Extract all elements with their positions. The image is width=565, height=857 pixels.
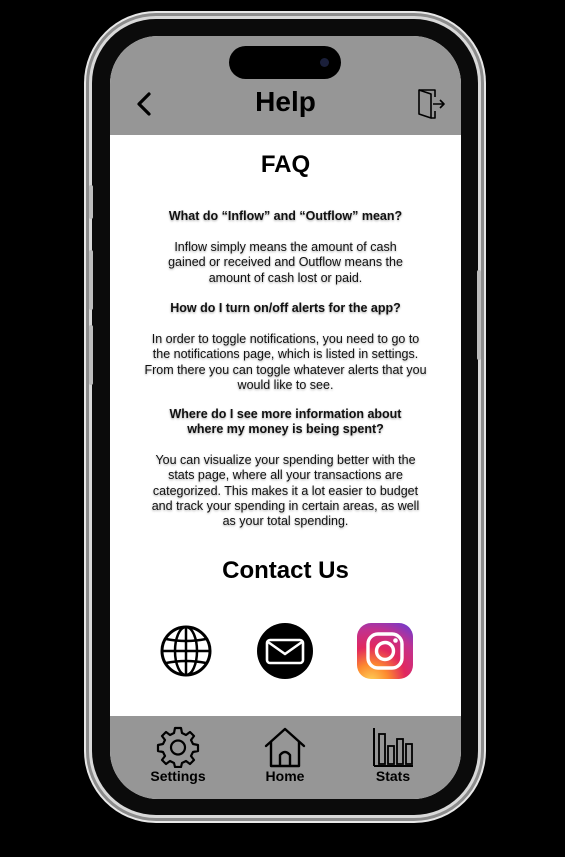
nav-label: Settings: [150, 768, 206, 784]
instagram-icon: [357, 623, 413, 679]
bar-chart-icon: [373, 728, 413, 767]
bottom-nav: Settings Home Stats: [110, 716, 461, 799]
volume-up-button: [89, 250, 93, 310]
page-title: Help: [255, 86, 316, 117]
logout-button[interactable]: [415, 87, 447, 121]
faq-answer: You can visualize your spending better w…: [151, 453, 420, 529]
top-bar: Help: [110, 36, 461, 135]
volume-down-button: [89, 325, 93, 385]
door-exit-icon: [418, 89, 445, 119]
power-button: [477, 270, 481, 360]
mail-icon: [257, 623, 313, 679]
website-link[interactable]: [157, 622, 215, 680]
nav-stats[interactable]: Stats: [348, 726, 438, 784]
faq-question: What do “Inflow” and “Outflow” mean?: [168, 209, 403, 223]
nav-home[interactable]: Home: [240, 726, 330, 784]
instagram-link[interactable]: [356, 622, 414, 680]
dynamic-island: [229, 46, 341, 79]
action-button: [89, 185, 93, 219]
camera-lens: [320, 58, 329, 67]
home-icon: [264, 727, 306, 768]
nav-settings[interactable]: Settings: [133, 726, 223, 784]
faq-question: How do I turn on/off alerts for the app?: [170, 301, 401, 315]
email-link[interactable]: [256, 622, 314, 680]
faq-answer: In order to toggle notifications, you ne…: [144, 332, 427, 392]
globe-icon: [160, 625, 212, 677]
phone-screen: Help FAQ What do “Inflow” and “Outflow” …: [110, 36, 461, 799]
faq-question: Where do I see more information about wh…: [169, 407, 402, 437]
help-content: FAQ What do “Inflow” and “Outflow” mean?…: [110, 135, 461, 716]
faq-answer: Inflow simply means the amount of cash g…: [168, 240, 403, 285]
gear-icon: [156, 726, 200, 768]
nav-label: Stats: [375, 768, 411, 784]
faq-heading: FAQ: [260, 151, 311, 178]
contact-heading: Contact Us: [222, 557, 349, 584]
nav-label: Home: [265, 768, 305, 784]
